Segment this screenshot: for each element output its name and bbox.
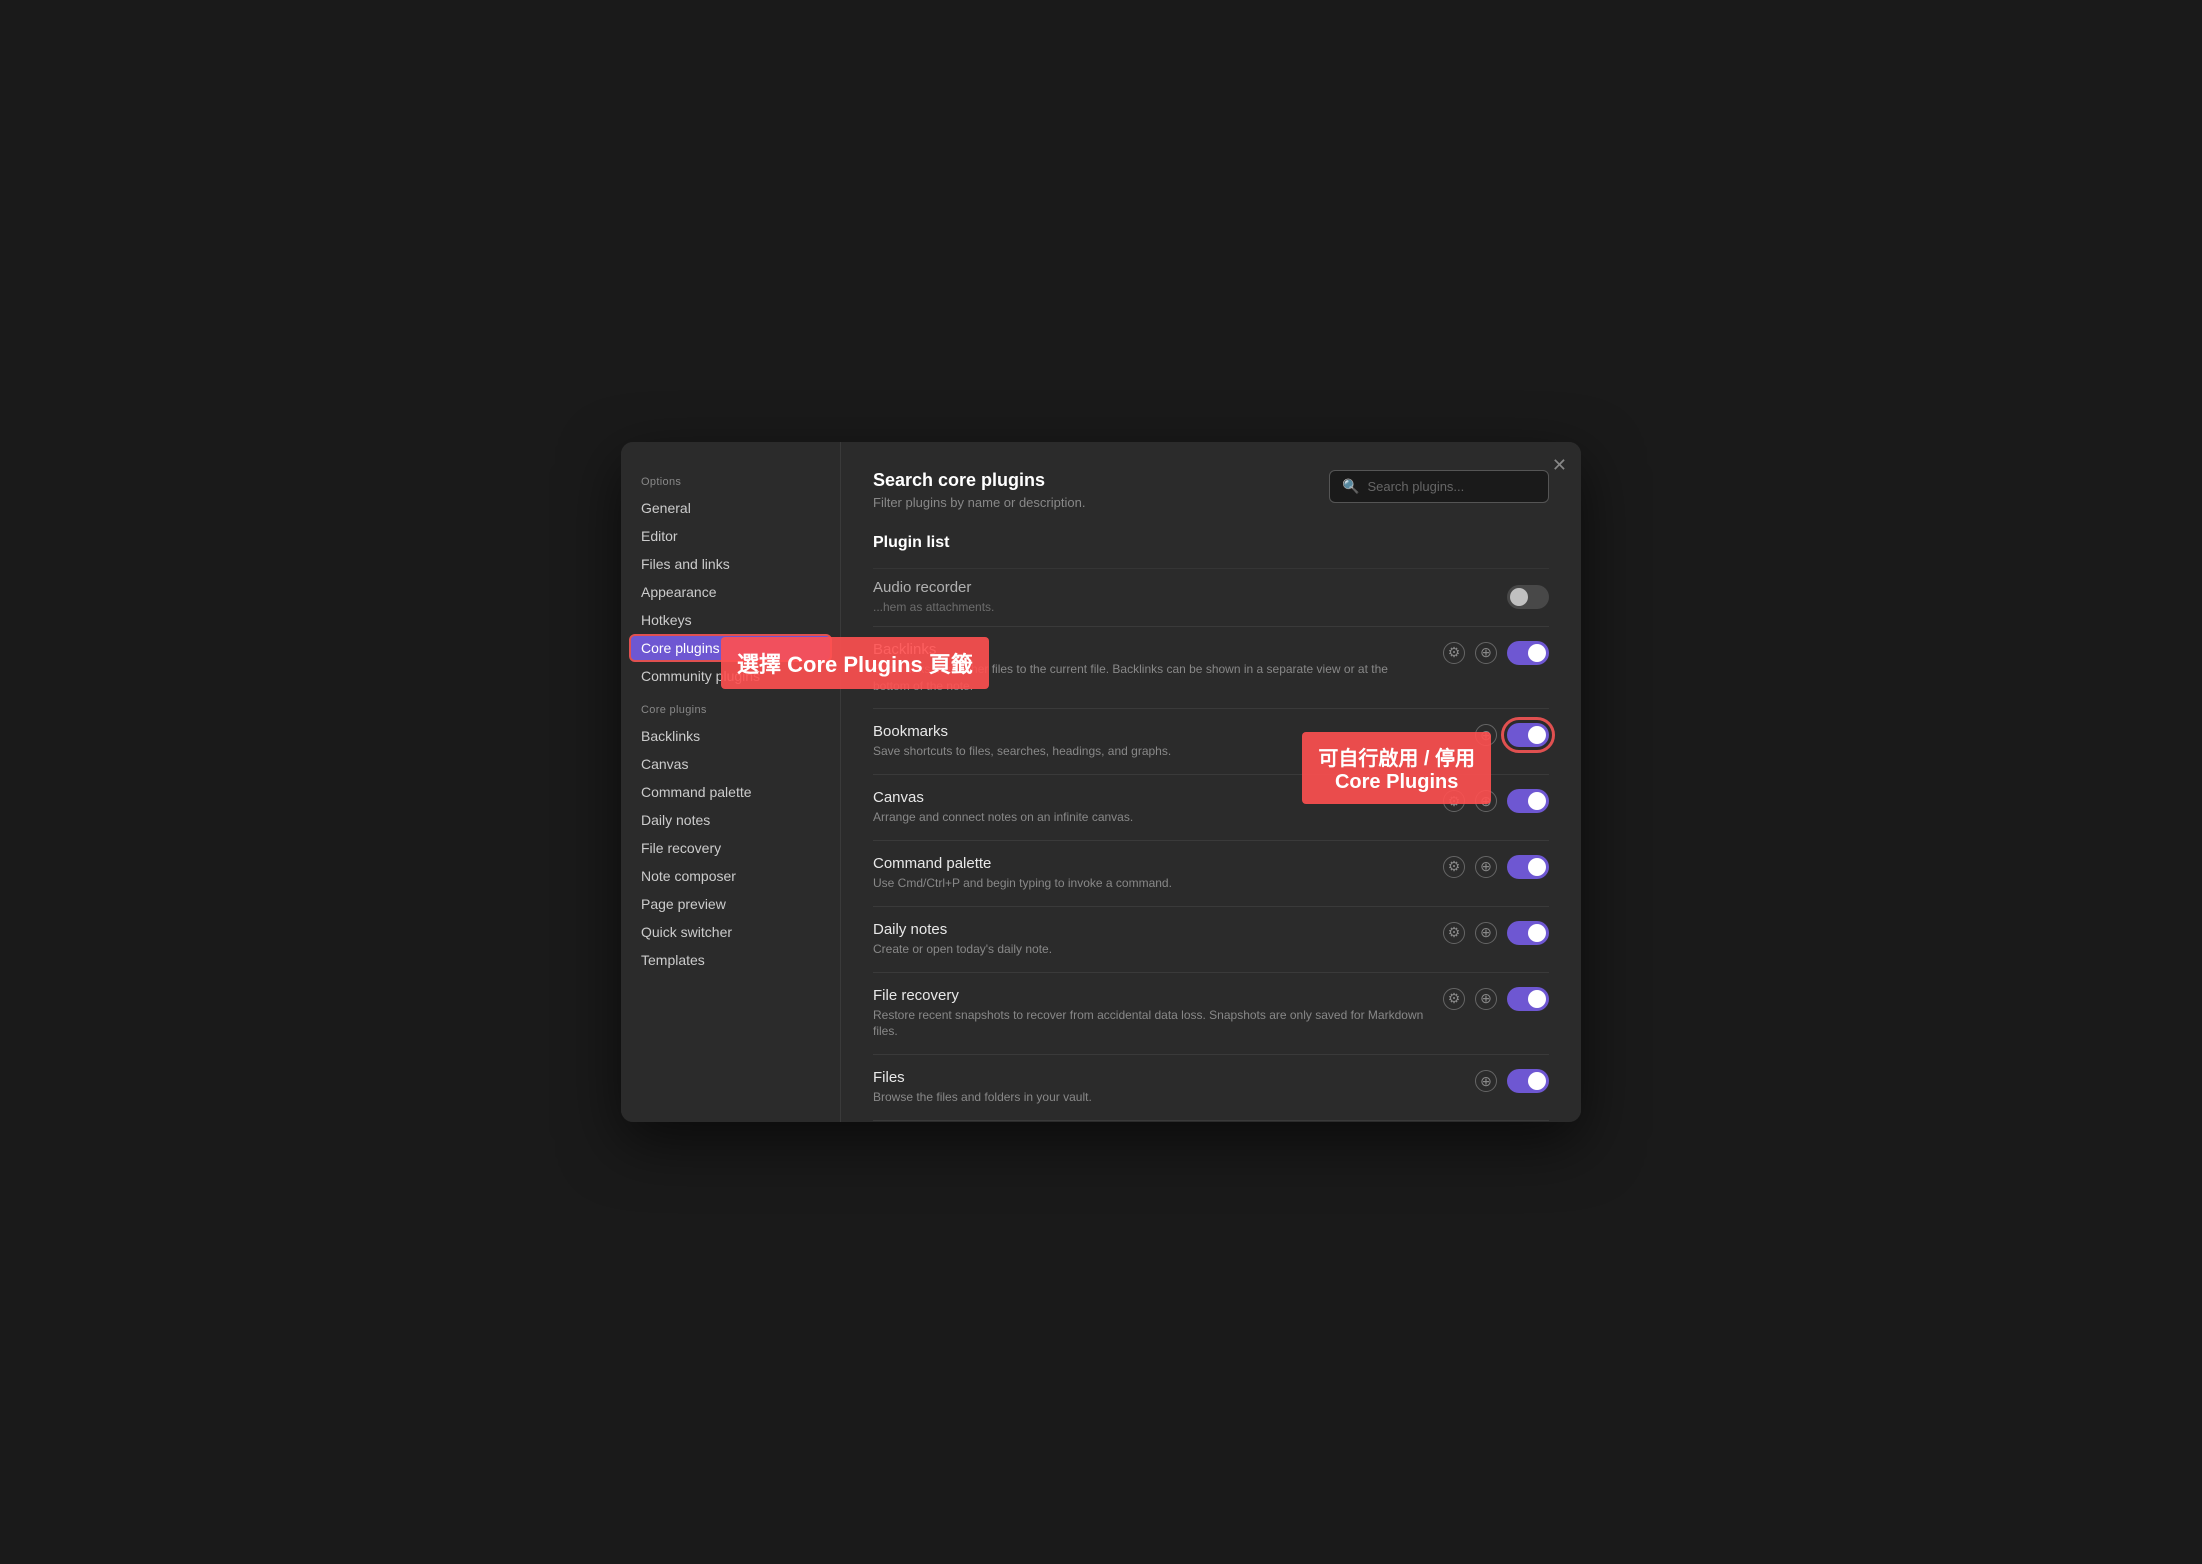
gear-icon-canvas[interactable]: ⚙ (1443, 790, 1465, 812)
plus-icon-backlinks[interactable]: ⊕ (1475, 642, 1497, 664)
plugin-item-file-recovery: File recovery Restore recent snapshots t… (873, 972, 1549, 1055)
plugin-name-files: Files (873, 1069, 1459, 1086)
sidebar-item-backlinks[interactable]: Backlinks (621, 722, 840, 750)
sidebar-item-command-palette[interactable]: Command palette (621, 778, 840, 806)
sidebar-item-files-and-links[interactable]: Files and links (621, 550, 840, 578)
search-core-plugins-subtitle: Filter plugins by name or description. (873, 495, 1085, 510)
plugin-desc-backlinks: Show links from other files to the curre… (873, 661, 1427, 695)
search-core-plugins-title: Search core plugins (873, 470, 1085, 491)
plugin-item-command-palette: Command palette Use Cmd/Ctrl+P and begin… (873, 840, 1549, 906)
toggle-knob-files (1528, 1072, 1546, 1090)
plugin-item-canvas: Canvas Arrange and connect notes on an i… (873, 774, 1549, 840)
sidebar-item-general[interactable]: General (621, 494, 840, 522)
gear-icon-daily-notes[interactable]: ⚙ (1443, 922, 1465, 944)
toggle-files[interactable] (1507, 1069, 1549, 1093)
plugin-name-bookmarks: Bookmarks (873, 723, 1459, 740)
toggle-command-palette[interactable] (1507, 855, 1549, 879)
plugin-name-command-palette: Command palette (873, 855, 1427, 872)
plugin-desc-command-palette: Use Cmd/Ctrl+P and begin typing to invok… (873, 875, 1427, 892)
toggle-knob-file-recovery (1528, 990, 1546, 1008)
gear-icon-file-recovery[interactable]: ⚙ (1443, 988, 1465, 1010)
plugin-item-files: Files Browse the files and folders in yo… (873, 1054, 1549, 1120)
toggle-canvas[interactable] (1507, 789, 1549, 813)
sidebar-item-page-preview[interactable]: Page preview (621, 890, 840, 918)
toggle-bookmarks[interactable] (1507, 723, 1549, 747)
plugin-name-file-recovery: File recovery (873, 987, 1427, 1004)
plugin-item-audio-recorder: Audio recorder ...hem as attachments. (873, 568, 1549, 626)
toggle-knob-canvas (1528, 792, 1546, 810)
gear-icon-command-palette[interactable]: ⚙ (1443, 856, 1465, 878)
plus-icon-command-palette[interactable]: ⊕ (1475, 856, 1497, 878)
search-box[interactable]: 🔍 (1329, 470, 1549, 503)
sidebar-item-canvas[interactable]: Canvas (621, 750, 840, 778)
gear-icon-backlinks[interactable]: ⚙ (1443, 642, 1465, 664)
settings-modal: 選擇 Core Plugins 頁籤 可自行啟用 / 停用 Core Plugi… (621, 442, 1581, 1122)
sidebar-item-core-plugins[interactable]: Core plugins (629, 634, 832, 662)
toggle-daily-notes[interactable] (1507, 921, 1549, 945)
plugin-desc-files: Browse the files and folders in your vau… (873, 1089, 1459, 1106)
toggle-file-recovery[interactable] (1507, 987, 1549, 1011)
search-header-text: Search core plugins Filter plugins by na… (873, 470, 1085, 510)
toggle-backlinks[interactable] (1507, 641, 1549, 665)
sidebar-item-file-recovery[interactable]: File recovery (621, 834, 840, 862)
plugin-desc-bookmarks: Save shortcuts to files, searches, headi… (873, 743, 1459, 760)
plugin-desc-file-recovery: Restore recent snapshots to recover from… (873, 1007, 1427, 1041)
sidebar-item-quick-switcher[interactable]: Quick switcher (621, 918, 840, 946)
plus-icon-files[interactable]: ⊕ (1475, 1070, 1497, 1092)
sidebar-item-daily-notes[interactable]: Daily notes (621, 806, 840, 834)
plugin-item-format-converter: Format converter Convert Markdown from o… (873, 1120, 1549, 1122)
sidebar-item-editor[interactable]: Editor (621, 522, 840, 550)
plugin-name-audio-recorder: Audio recorder (873, 579, 1491, 596)
plugin-list-title: Plugin list (873, 534, 1549, 552)
plus-icon-canvas[interactable]: ⊕ (1475, 790, 1497, 812)
plugin-desc-daily-notes: Create or open today's daily note. (873, 941, 1427, 958)
core-plugins-section-label: Core plugins (621, 690, 840, 722)
plus-icon-bookmarks[interactable]: ⊕ (1475, 724, 1497, 746)
options-section-label: Options (621, 462, 840, 494)
sidebar-item-community-plugins[interactable]: Community plugins (621, 662, 840, 690)
search-icon: 🔍 (1342, 478, 1359, 495)
toggle-knob-command-palette (1528, 858, 1546, 876)
toggle-knob-audio-recorder (1510, 588, 1528, 606)
plus-icon-daily-notes[interactable]: ⊕ (1475, 922, 1497, 944)
plugin-item-backlinks: Backlinks Show links from other files to… (873, 626, 1549, 709)
plus-icon-file-recovery[interactable]: ⊕ (1475, 988, 1497, 1010)
plugin-desc-canvas: Arrange and connect notes on an infinite… (873, 809, 1427, 826)
toggle-knob-daily-notes (1528, 924, 1546, 942)
sidebar-item-note-composer[interactable]: Note composer (621, 862, 840, 890)
sidebar-item-appearance[interactable]: Appearance (621, 578, 840, 606)
search-input[interactable] (1367, 479, 1536, 494)
sidebar-item-templates[interactable]: Templates (621, 946, 840, 974)
main-content: Search core plugins Filter plugins by na… (841, 442, 1581, 1122)
plugin-item-bookmarks: Bookmarks Save shortcuts to files, searc… (873, 708, 1549, 774)
plugin-name-canvas: Canvas (873, 789, 1427, 806)
toggle-audio-recorder[interactable] (1507, 585, 1549, 609)
sidebar-item-hotkeys[interactable]: Hotkeys (621, 606, 840, 634)
search-header: Search core plugins Filter plugins by na… (873, 470, 1549, 510)
toggle-knob-bookmarks (1528, 726, 1546, 744)
plugin-desc-audio-recorder: ...hem as attachments. (873, 599, 1491, 616)
close-button[interactable]: ✕ (1552, 456, 1567, 474)
plugin-name-backlinks: Backlinks (873, 641, 1427, 658)
sidebar: Options General Editor Files and links A… (621, 442, 841, 1122)
plugin-item-daily-notes: Daily notes Create or open today's daily… (873, 906, 1549, 972)
plugin-name-daily-notes: Daily notes (873, 921, 1427, 938)
toggle-knob-backlinks (1528, 644, 1546, 662)
